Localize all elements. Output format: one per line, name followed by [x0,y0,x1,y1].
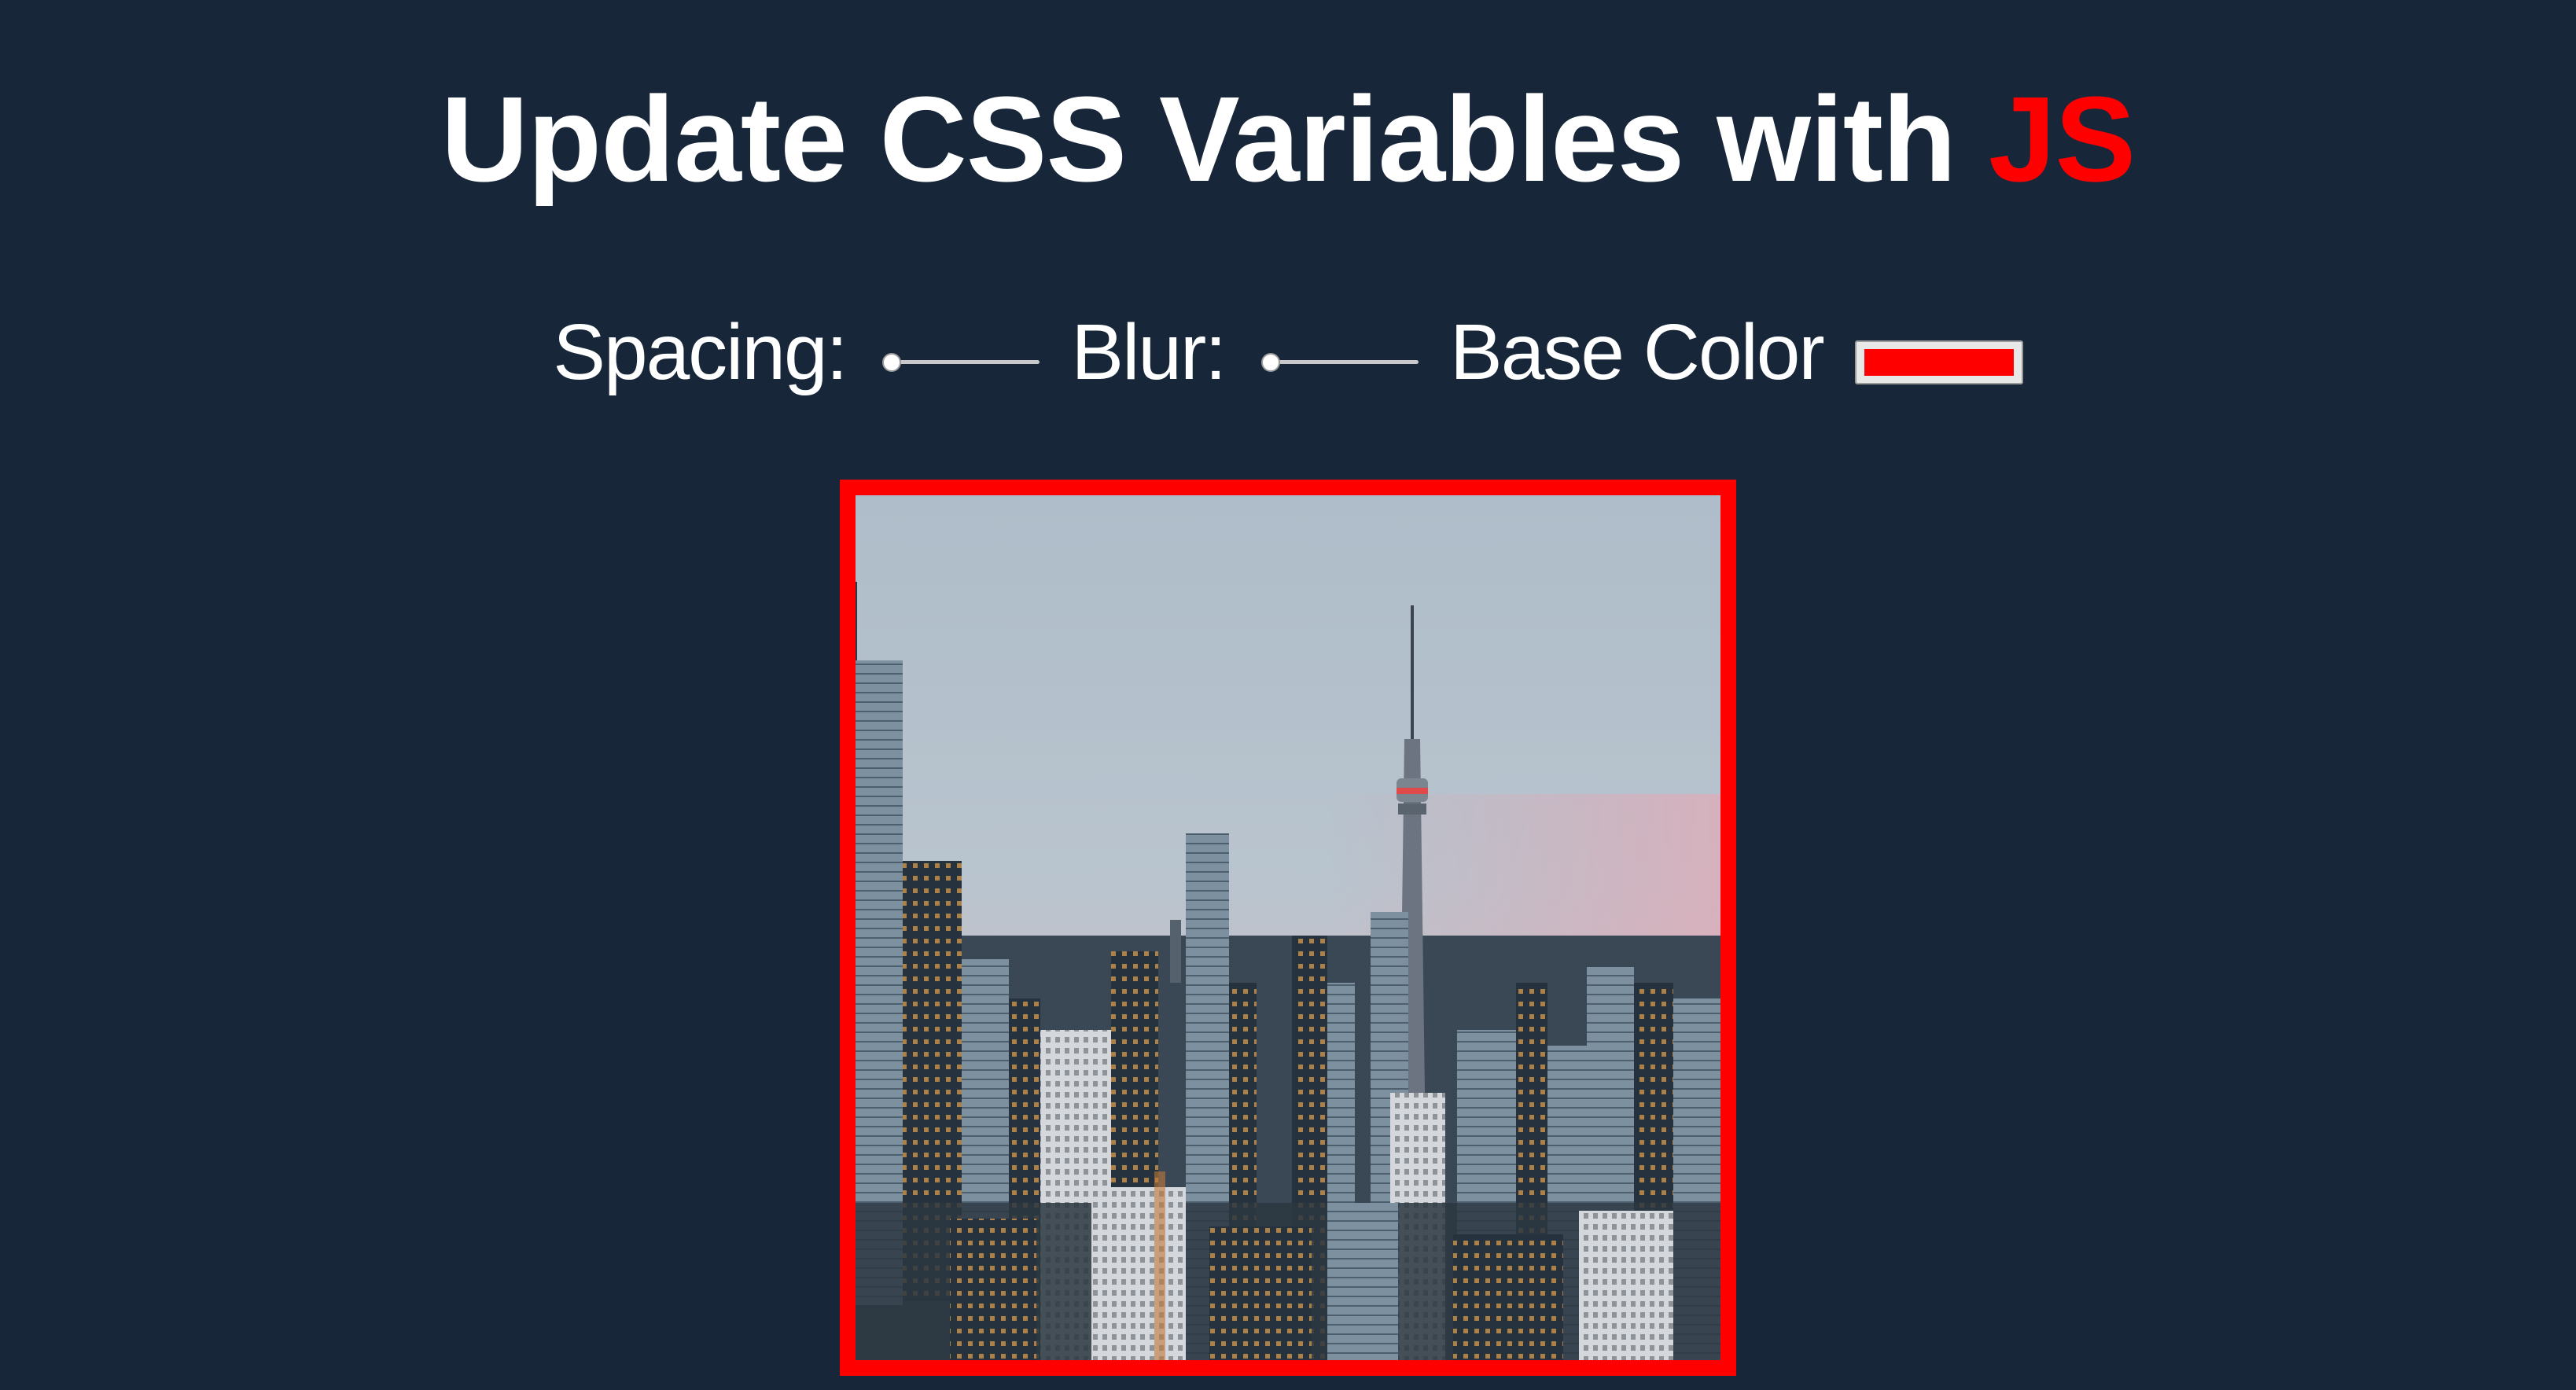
spacing-label: Spacing: [553,308,848,396]
base-color-swatch [1864,349,2014,376]
spacing-slider-track [887,360,1040,364]
blur-label: Blur: [1071,308,1227,396]
base-color-picker[interactable] [1854,340,2023,384]
page: Update CSS Variables with JS Spacing: Bl… [0,0,2576,1390]
page-title-highlight: JS [1988,72,2136,207]
blur-slider[interactable] [1261,344,1419,376]
city-skyline-image [856,495,1720,1360]
spacing-slider-thumb[interactable] [882,353,902,372]
controls-bar: Spacing: Blur: Base Color [0,305,2576,399]
spacing-slider[interactable] [882,344,1040,376]
base-color-label: Base Color [1450,308,1825,396]
page-title: Update CSS Variables with JS [0,72,2576,206]
blur-slider-track [1266,360,1419,364]
blur-slider-thumb[interactable] [1261,353,1281,372]
image-frame [840,480,1736,1376]
page-title-main: Update CSS Variables with [440,72,1989,207]
